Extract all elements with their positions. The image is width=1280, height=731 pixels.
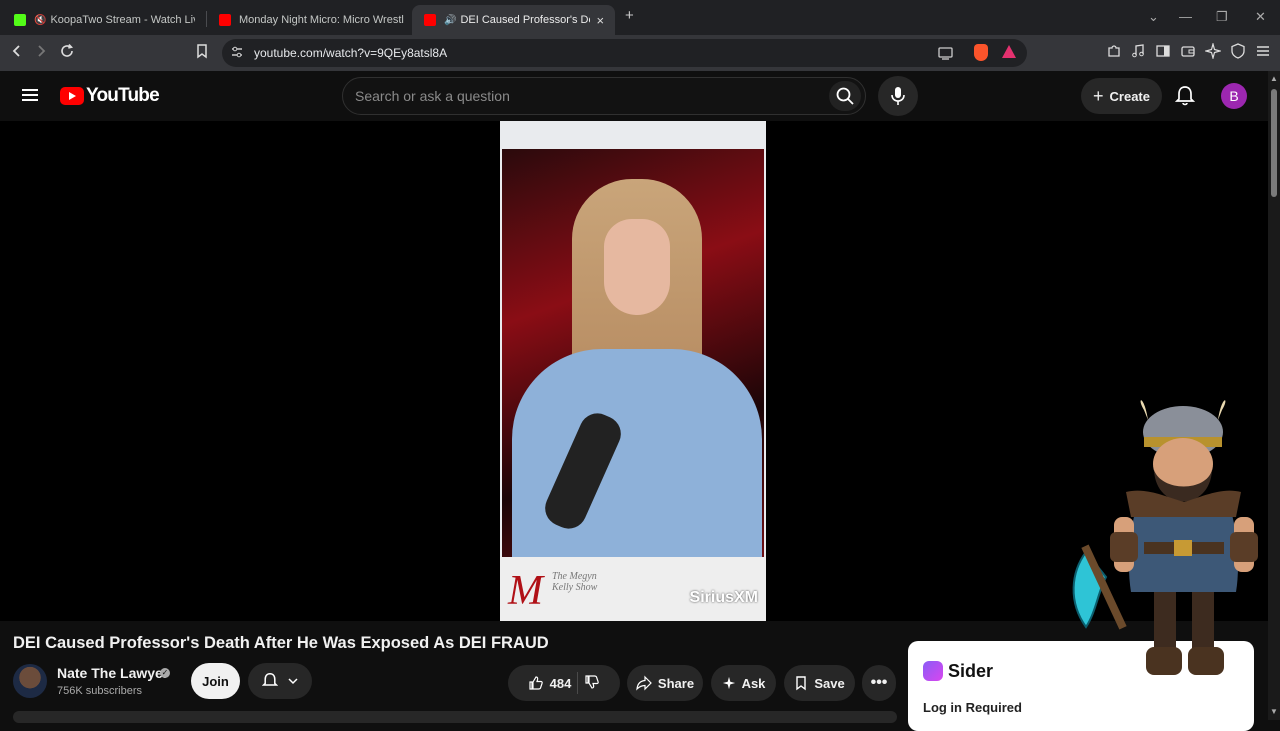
media-music-icon[interactable] [1128, 43, 1148, 63]
bell-icon [262, 673, 278, 686]
video-title: DEI Caused Professor's Death After He Wa… [13, 634, 549, 652]
youtube-favicon-icon [219, 14, 231, 26]
ask-button[interactable]: Ask [711, 665, 776, 701]
youtube-header: YouTube + Create B [0, 71, 1268, 121]
search-input[interactable] [355, 86, 815, 106]
sider-logo-icon [923, 661, 943, 681]
kick-favicon-icon [14, 14, 26, 26]
browser-tab-active-video[interactable]: 🔊 DEI Caused Professor's Death × [412, 5, 615, 35]
more-dots-icon: ••• [870, 674, 888, 691]
brave-shields-icon[interactable] [974, 44, 988, 61]
viking-mascot-image[interactable] [1066, 392, 1268, 692]
share-label: Share [657, 675, 695, 691]
save-bookmark-icon [796, 676, 807, 691]
save-label: Save [814, 675, 845, 691]
page-scrollbar[interactable]: ▲ ▼ [1268, 71, 1280, 720]
siriusxm-logo: SiriusXM [689, 589, 758, 606]
minimize-button[interactable]: — [1179, 9, 1192, 24]
bell-icon [1174, 86, 1196, 106]
channel-name[interactable]: Nate The Lawyer [57, 665, 168, 681]
thumbs-down-icon [585, 674, 600, 689]
like-dislike-group: 484 [508, 665, 620, 701]
description-box[interactable] [13, 711, 897, 723]
site-info-icon[interactable] [230, 45, 244, 64]
cast-icon[interactable] [938, 46, 954, 65]
wallet-icon[interactable] [1178, 43, 1198, 63]
new-tab-button[interactable]: + [625, 7, 634, 24]
browser-toolbar: youtube.com/watch?v=9QEy8atsl8A [0, 35, 1280, 71]
speaker-playing-icon[interactable]: 🔊 [444, 15, 456, 26]
sider-title: Sider [948, 661, 994, 681]
youtube-logo-text[interactable]: YouTube [86, 85, 160, 107]
video-image [502, 149, 764, 559]
share-button[interactable]: Share [627, 665, 703, 701]
scroll-up-icon[interactable]: ▲ [1270, 74, 1278, 83]
show-logo-text: The Megyn Kelly Show [552, 571, 598, 593]
account-avatar[interactable]: B [1221, 83, 1247, 109]
voice-search-button[interactable] [878, 76, 918, 116]
tab-close-icon[interactable]: × [596, 13, 604, 28]
hamburger-menu-icon[interactable] [22, 89, 38, 101]
chevron-down-icon [288, 678, 298, 685]
thumbs-up-icon [529, 676, 543, 690]
youtube-logo-icon[interactable] [60, 87, 84, 105]
tab-title: Monday Night Micro: Micro Wrestlin [239, 14, 404, 26]
ask-label: Ask [741, 675, 766, 691]
microphone-icon [891, 87, 905, 105]
reload-icon[interactable] [57, 43, 77, 63]
scroll-down-icon[interactable]: ▼ [1270, 707, 1278, 716]
like-button[interactable]: 484 [528, 675, 572, 691]
url-text[interactable]: youtube.com/watch?v=9QEy8atsl8A [254, 46, 447, 60]
muted-speaker-icon[interactable]: 🔇 [34, 15, 46, 26]
back-arrow-icon[interactable] [7, 43, 27, 63]
bookmark-icon[interactable] [192, 43, 212, 63]
share-arrow-icon [636, 675, 652, 691]
like-count: 484 [549, 675, 572, 691]
sider-login-required[interactable]: Log in Required [923, 700, 1022, 715]
browser-tab-kick[interactable]: 🔇 KoopaTwo Stream - Watch Live o [2, 5, 205, 35]
show-logo-mark: M [508, 568, 543, 614]
restore-button[interactable]: ❐ [1216, 9, 1228, 25]
more-actions-button[interactable]: ••• [862, 665, 896, 701]
forward-arrow-icon[interactable] [31, 43, 51, 63]
notifications-button[interactable] [1174, 85, 1196, 112]
sidebar-toggle-icon[interactable] [1153, 43, 1173, 63]
address-bar[interactable]: youtube.com/watch?v=9QEy8atsl8A [222, 39, 1027, 67]
sparkle-icon [722, 676, 735, 690]
browser-tab-strip: 🔇 KoopaTwo Stream - Watch Live o Monday … [0, 0, 1280, 35]
tab-title: KoopaTwo Stream - Watch Live o [50, 14, 195, 26]
brave-rewards-icon[interactable] [1002, 45, 1016, 58]
search-icon [836, 87, 854, 105]
close-window-button[interactable]: ✕ [1255, 9, 1266, 25]
search-button[interactable] [829, 81, 861, 111]
browser-tab-micro-wrestling[interactable]: Monday Night Micro: Micro Wrestlin [207, 5, 410, 35]
video-overlay-footer: M The Megyn Kelly Show SiriusXM [500, 557, 766, 621]
video-frame[interactable]: M The Megyn Kelly Show SiriusXM [500, 121, 766, 621]
channel-avatar[interactable] [13, 664, 47, 698]
search-box[interactable] [342, 77, 866, 115]
dislike-button[interactable] [584, 674, 600, 693]
plus-icon: + [1093, 85, 1104, 106]
tab-search-dropdown-icon[interactable]: ⌄ [1148, 9, 1159, 25]
leo-ai-sparkle-icon[interactable] [1203, 41, 1223, 63]
verified-check-icon: ✓ [160, 668, 170, 678]
save-button[interactable]: Save [784, 665, 855, 701]
join-button[interactable]: Join [191, 663, 240, 699]
subscriber-count: 756K subscribers [57, 685, 142, 697]
browser-menu-icon[interactable] [1253, 43, 1273, 63]
scrollbar-thumb[interactable] [1271, 89, 1277, 197]
tab-title: DEI Caused Professor's Death [460, 14, 590, 26]
vpn-shield-icon[interactable] [1228, 43, 1248, 63]
create-label: Create [1109, 88, 1150, 104]
youtube-favicon-icon [424, 14, 436, 26]
create-button[interactable]: + Create [1081, 78, 1162, 114]
subscription-bell-button[interactable] [248, 663, 312, 699]
extensions-puzzle-icon[interactable] [1104, 43, 1124, 63]
like-divider [577, 672, 579, 694]
